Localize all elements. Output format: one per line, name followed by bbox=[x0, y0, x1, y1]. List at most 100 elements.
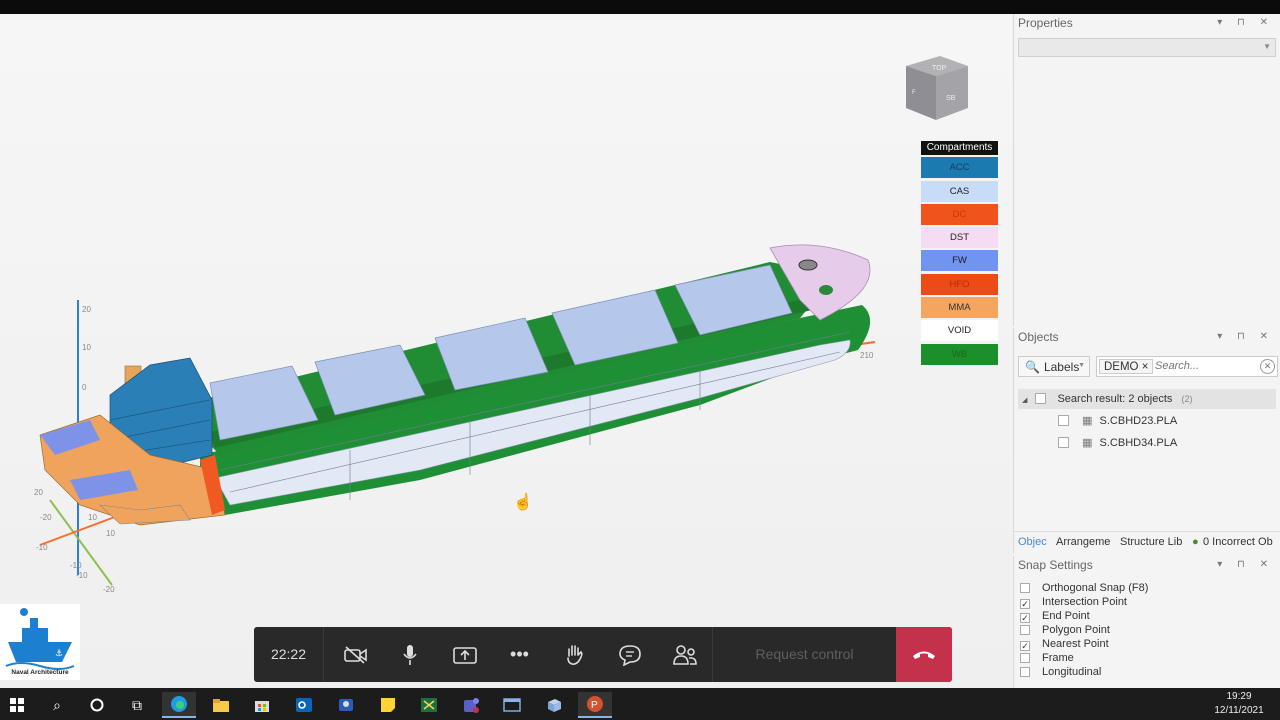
powerpoint-icon: P bbox=[587, 696, 603, 712]
legend-item-cas: CAS bbox=[921, 180, 998, 202]
call-timer: 22:22 bbox=[254, 627, 324, 682]
search-input[interactable] bbox=[1155, 360, 1255, 372]
filter-box[interactable]: DEMO × ✕ bbox=[1096, 356, 1278, 377]
raise-hand-icon bbox=[566, 644, 583, 665]
snap-option[interactable]: Orthogonal Snap (F8) bbox=[1020, 581, 1148, 595]
windows-logo-icon bbox=[10, 698, 24, 712]
checkbox[interactable]: ✓ bbox=[1020, 641, 1030, 651]
ship-logo-icon: ⚓ bbox=[5, 608, 75, 670]
snap-option[interactable]: Frame bbox=[1020, 651, 1074, 665]
system-clock[interactable]: 19:29 12/11/2021 bbox=[1204, 690, 1274, 718]
cortana-button[interactable] bbox=[80, 692, 114, 718]
checkbox[interactable] bbox=[1058, 437, 1069, 448]
properties-select[interactable]: ▼ bbox=[1018, 38, 1276, 57]
checkbox[interactable]: ✓ bbox=[1020, 613, 1030, 623]
view-cube[interactable]: TOP SB F bbox=[900, 42, 974, 124]
snap-option[interactable]: Polygon Point bbox=[1020, 623, 1110, 637]
cortana-icon bbox=[90, 698, 104, 712]
checkbox[interactable] bbox=[1035, 393, 1047, 404]
sticky-notes-icon bbox=[381, 698, 395, 712]
search-count: (2) bbox=[1181, 394, 1193, 404]
excel-app-taskbar-button[interactable] bbox=[412, 692, 446, 718]
snap-option-label: End Point bbox=[1042, 610, 1090, 622]
sticky-notes-taskbar-button[interactable] bbox=[371, 692, 405, 718]
start-button[interactable] bbox=[0, 692, 34, 718]
snap-option[interactable]: ✓ Nearest Point bbox=[1020, 637, 1109, 651]
checkbox[interactable] bbox=[1020, 667, 1030, 677]
compartment-legend: Compartments ACC CAS DC DST FW HFO MMA VOID WB bbox=[921, 141, 998, 365]
snap-option-label: Orthogonal Snap (F8) bbox=[1042, 582, 1149, 594]
request-control-button[interactable]: Request control bbox=[712, 627, 896, 682]
more-options-button[interactable]: ••• bbox=[492, 627, 547, 682]
store-taskbar-button[interactable] bbox=[245, 692, 279, 718]
panel-controls[interactable]: ▾ ⊓ ✕ bbox=[1217, 17, 1274, 28]
share-screen-icon bbox=[452, 646, 477, 664]
snap-title-text: Snap Settings bbox=[1018, 558, 1093, 572]
search-result-text: Search result: 2 objects bbox=[1057, 393, 1173, 405]
clear-icon[interactable]: ✕ bbox=[1260, 359, 1275, 374]
labels-dropdown[interactable]: 🔍 Labels ▼ bbox=[1018, 356, 1090, 377]
tab-structure-lib[interactable]: Structure Lib bbox=[1120, 536, 1182, 548]
microphone-button[interactable] bbox=[382, 627, 437, 682]
checkbox[interactable] bbox=[1020, 583, 1030, 593]
chevron-down-icon: ▼ bbox=[1263, 42, 1271, 51]
3d-viewport[interactable]: 20 10 0 10 -10 -20 20 -10 -20 10 -10 210 bbox=[0, 14, 1012, 688]
file-explorer-taskbar-button[interactable] bbox=[204, 692, 238, 718]
checkbox[interactable] bbox=[1058, 415, 1069, 426]
teams-taskbar-button[interactable] bbox=[454, 692, 488, 718]
outlook-taskbar-button[interactable] bbox=[287, 692, 321, 718]
powerpoint-taskbar-button[interactable]: P bbox=[578, 692, 612, 718]
legend-item-wb: WB bbox=[921, 343, 998, 365]
axis-tick: -10 bbox=[70, 561, 82, 570]
axis-tick: 10 bbox=[106, 529, 115, 538]
view-cube-side: F bbox=[912, 90, 916, 96]
ship-model[interactable]: 20 10 0 10 -10 -20 20 -10 -20 10 -10 210 bbox=[0, 14, 1012, 688]
panel-controls[interactable]: ▾ ⊓ ✕ bbox=[1217, 559, 1274, 570]
task-view-icon: ⧉ bbox=[132, 696, 142, 713]
top-window-bar bbox=[0, 0, 1280, 14]
legend-title: Compartments bbox=[921, 141, 998, 155]
tab-arrangement[interactable]: Arrangeme bbox=[1056, 536, 1110, 548]
app-taskbar-button-2[interactable] bbox=[537, 692, 571, 718]
legend-item-hfo: HFO bbox=[921, 273, 998, 295]
collapse-icon[interactable]: ◢ bbox=[1022, 397, 1027, 404]
view-cube-front: SB bbox=[946, 95, 956, 102]
window-icon bbox=[503, 698, 521, 712]
demo-tag[interactable]: DEMO × bbox=[1099, 359, 1154, 374]
axis-tick: 210 bbox=[860, 351, 874, 360]
participants-button[interactable] bbox=[657, 627, 712, 682]
outlook-icon bbox=[296, 698, 312, 712]
share-screen-button[interactable] bbox=[437, 627, 492, 682]
checkbox[interactable] bbox=[1020, 653, 1030, 663]
camera-off-button[interactable] bbox=[328, 627, 383, 682]
app-window-taskbar-button[interactable] bbox=[495, 692, 529, 718]
checkbox[interactable] bbox=[1020, 625, 1030, 635]
snap-option[interactable]: ✓ End Point bbox=[1020, 609, 1090, 623]
close-icon[interactable]: × bbox=[1142, 361, 1149, 373]
axis-tick: 20 bbox=[34, 488, 43, 497]
windows-taskbar: ⌕ ⧉ P 19:29 12/11/2021 bbox=[0, 688, 1280, 720]
taskbar-search-button[interactable]: ⌕ bbox=[40, 692, 74, 718]
tab-incorrect-objects[interactable]: 0 Incorrect Ob bbox=[1203, 536, 1273, 548]
tree-item[interactable]: ▦ S.CBHD23.PLA bbox=[1058, 411, 1177, 431]
task-view-button[interactable]: ⧉ bbox=[120, 692, 154, 718]
panel-controls[interactable]: ▾ ⊓ ✕ bbox=[1217, 331, 1274, 342]
raise-hand-button[interactable] bbox=[547, 627, 602, 682]
axis-tick: 20 bbox=[82, 305, 91, 314]
edge-taskbar-button[interactable] bbox=[162, 692, 196, 718]
hull[interactable] bbox=[39, 244, 871, 526]
cube-icon bbox=[548, 699, 561, 712]
checkbox[interactable]: ✓ bbox=[1020, 599, 1030, 609]
view-cube-top: TOP bbox=[932, 65, 947, 72]
snap-option[interactable]: Longitudinal bbox=[1020, 665, 1101, 679]
hang-up-button[interactable] bbox=[896, 627, 952, 682]
tab-objects[interactable]: Objec bbox=[1018, 536, 1047, 548]
edge-icon bbox=[171, 696, 187, 712]
naval-architecture-logo: ⚓ Naval Architecture bbox=[0, 604, 80, 680]
tree-item[interactable]: ▦ S.CBHD34.PLA bbox=[1058, 433, 1177, 453]
people-icon bbox=[339, 699, 353, 711]
chat-button[interactable] bbox=[602, 627, 657, 682]
app-taskbar-button[interactable] bbox=[329, 692, 363, 718]
search-result-row[interactable]: ◢ Search result: 2 objects (2) bbox=[1018, 389, 1276, 409]
snap-option[interactable]: ✓ Intersection Point bbox=[1020, 595, 1127, 609]
